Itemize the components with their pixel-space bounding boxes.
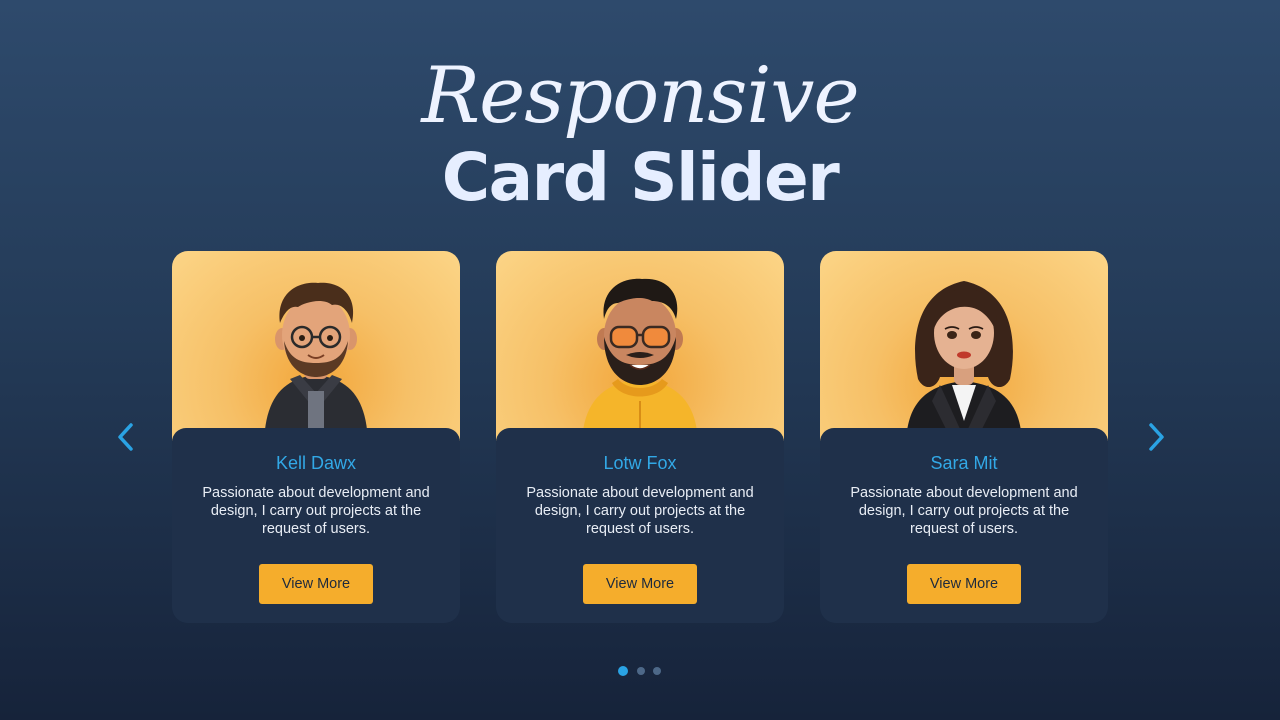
man-glasses-hoodie-avatar-icon — [264, 282, 368, 441]
card-slider[interactable]: Kell Dawx Passionate about development a… — [172, 251, 1108, 623]
pagination-dot-active[interactable] — [618, 666, 628, 676]
man-beard-sunglasses-avatar-icon — [582, 278, 698, 441]
view-more-button[interactable]: View More — [907, 564, 1021, 604]
heading-main-title: Card Slider — [441, 139, 840, 216]
woman-black-jacket-avatar-icon — [906, 281, 1022, 441]
card-body: Sara Mit Passionate about development an… — [820, 428, 1108, 623]
heading-script-title: Responsive — [421, 51, 859, 141]
card-body: Lotw Fox Passionate about development an… — [496, 428, 784, 623]
view-more-button[interactable]: View More — [259, 564, 373, 604]
card-name: Lotw Fox — [603, 453, 677, 473]
next-arrow-button[interactable] — [1142, 420, 1170, 454]
card-image — [820, 251, 1108, 441]
prev-arrow-button[interactable] — [112, 420, 140, 454]
profile-card: Sara Mit Passionate about development an… — [820, 251, 1108, 623]
chevron-left-icon — [118, 423, 133, 451]
pagination-dot[interactable] — [637, 667, 645, 675]
card-name: Kell Dawx — [275, 453, 357, 473]
pagination-dots — [618, 666, 668, 676]
profile-card: Kell Dawx Passionate about development a… — [172, 251, 460, 623]
chevron-right-icon — [1149, 423, 1164, 451]
pagination-dot[interactable] — [653, 667, 661, 675]
card-image — [496, 251, 784, 441]
heading: Responsive Card Slider — [0, 48, 1280, 218]
card-description: Passionate about development and design,… — [526, 485, 754, 537]
card-description: Passionate about development and design,… — [850, 485, 1078, 537]
card-name: Sara Mit — [930, 453, 998, 473]
view-more-button[interactable]: View More — [583, 564, 697, 604]
card-body: Kell Dawx Passionate about development a… — [172, 428, 460, 623]
card-description: Passionate about development and design,… — [202, 485, 430, 537]
profile-card: Lotw Fox Passionate about development an… — [496, 251, 784, 623]
card-image — [172, 251, 460, 441]
